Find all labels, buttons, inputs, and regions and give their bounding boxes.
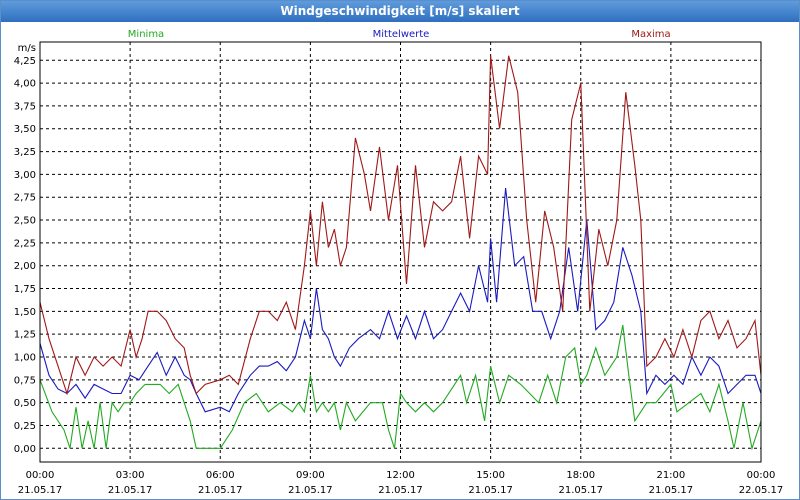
y-tick-label: 0,75: [14, 375, 36, 386]
y-tick-label: 1,00: [14, 353, 36, 364]
x-tick-date: 21.05.17: [649, 485, 694, 496]
y-tick-label: 0,00: [14, 444, 36, 455]
x-tick-time: 09:00: [296, 470, 325, 481]
legend-minima: Minima: [128, 29, 164, 40]
y-tick-label: 4,25: [14, 56, 36, 67]
x-tick-date: 22.05.17: [739, 485, 784, 496]
grid: [40, 42, 761, 462]
wind-speed-chart: Minima Mittelwerte Maxima m/s 0,000,250,…: [14, 29, 784, 496]
y-tick-label: 2,25: [14, 238, 36, 249]
x-tick-time: 06:00: [206, 470, 235, 481]
x-tick-date: 21.05.17: [378, 485, 423, 496]
x-tick-time: 15:00: [476, 470, 505, 481]
x-tick-date: 21.05.17: [108, 485, 153, 496]
y-tick-label: 1,25: [14, 330, 36, 341]
x-tick-time: 03:00: [116, 470, 145, 481]
y-axis-ticks: 0,00 0,25 0,50 0,75 1,00 1,25 1,50 1,75 2,00 2,25…: [14, 56, 36, 455]
y-tick-label: 4,00: [14, 79, 36, 90]
y-tick-label: 1,75: [14, 284, 36, 295]
x-tick-time: 00:00: [747, 470, 776, 481]
x-tick-time: 00:00: [26, 470, 55, 481]
x-tick-date: 21.05.17: [288, 485, 333, 496]
x-tick-date: 21.05.17: [198, 485, 243, 496]
y-tick-label: 1,50: [14, 307, 36, 318]
x-tick-time: 21:00: [656, 470, 685, 481]
x-tick-time: 18:00: [566, 470, 595, 481]
legend-mittelwerte: Mittelwerte: [373, 29, 430, 40]
x-tick-time: 12:00: [386, 470, 415, 481]
y-tick-label: 3,00: [14, 170, 36, 181]
y-tick-label: 0,50: [14, 398, 36, 409]
y-tick-label: 0,25: [14, 421, 36, 432]
y-tick-label: 3,50: [14, 124, 36, 135]
legend-maxima: Maxima: [631, 29, 670, 40]
y-tick-label: 2,75: [14, 193, 36, 204]
y-tick-label: 3,75: [14, 101, 36, 112]
x-tick-date: 21.05.17: [18, 485, 63, 496]
x-tick-date: 21.05.17: [468, 485, 513, 496]
y-tick-label: 2,50: [14, 216, 36, 227]
y-tick-label: 2,00: [14, 261, 36, 272]
y-tick-label: 3,25: [14, 147, 36, 158]
y-axis-unit: m/s: [18, 43, 36, 54]
x-axis-ticks: 00:00 21.05.17 03:00 21.05.17 06:00 21.05.17 0…: [18, 470, 784, 496]
x-tick-date: 21.05.17: [558, 485, 603, 496]
